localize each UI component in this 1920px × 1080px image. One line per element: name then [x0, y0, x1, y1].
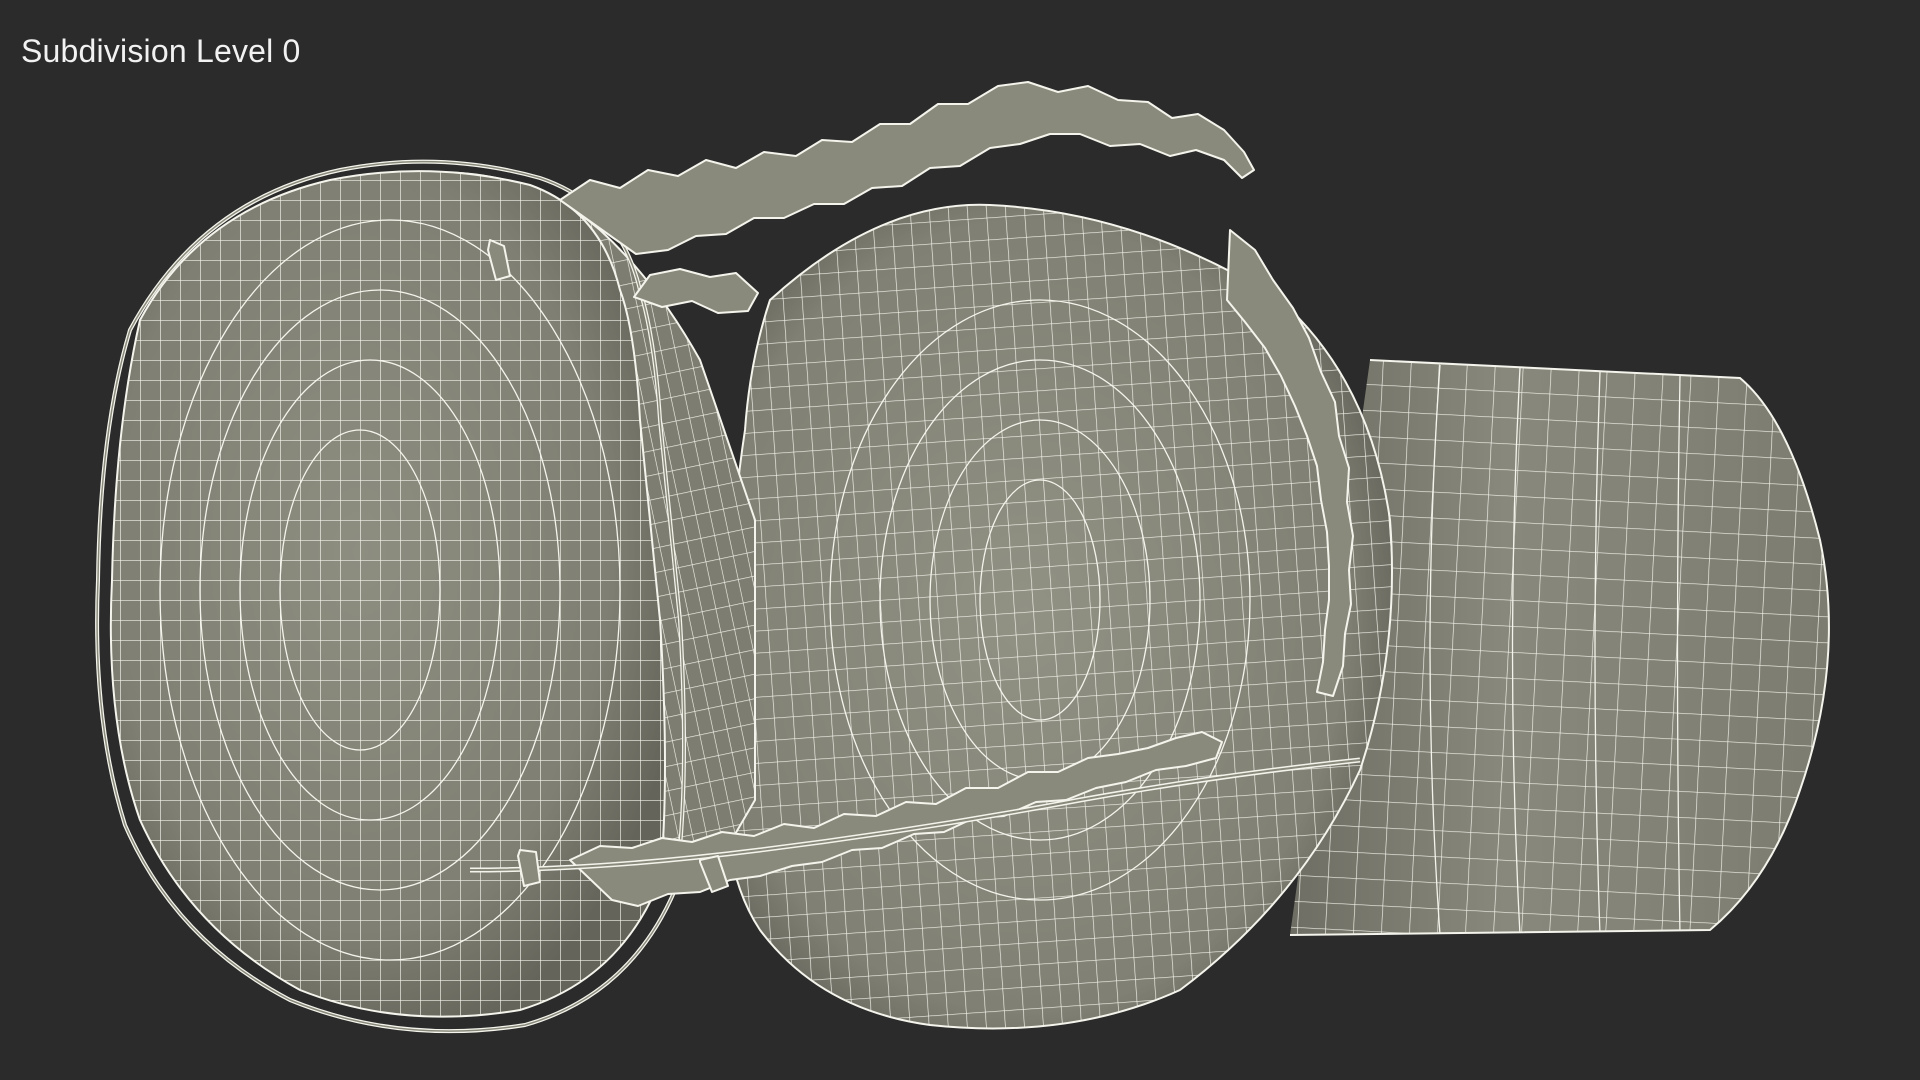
- subdivision-level-label: Subdivision Level 0: [21, 33, 301, 69]
- wireframe-model[interactable]: [0, 0, 1920, 1080]
- drum-head: [95, 159, 686, 1034]
- 3d-viewport[interactable]: Subdivision Level 0: [0, 0, 1920, 1080]
